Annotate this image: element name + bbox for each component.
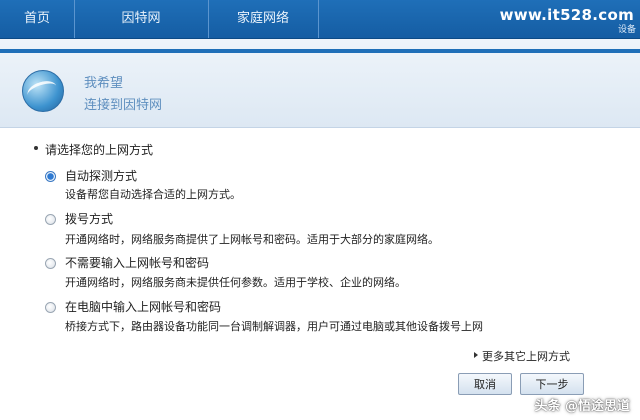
- radio-no-credentials[interactable]: [45, 258, 56, 269]
- triangle-right-icon: [474, 352, 478, 358]
- header-accent-stripe: [0, 49, 640, 53]
- nav-home-tab[interactable]: 首页: [0, 0, 75, 38]
- radio-auto-detect[interactable]: [45, 171, 56, 182]
- radio-dialup[interactable]: [45, 214, 56, 225]
- option-desc-dialup: 开通网络时，网络服务商提供了上网帐号和密码。适用于大部分的家庭网络。: [65, 233, 439, 246]
- watermark-top: www.it528.com: [499, 6, 634, 24]
- radio-bridge-mode[interactable]: [45, 302, 56, 313]
- more-connection-types-link[interactable]: 更多其它上网方式: [482, 348, 570, 364]
- option-desc-bridge-mode: 桥接方式下，路由器设备功能同一台调制解调器，用户可通过电脑或其他设备拨号上网: [65, 320, 483, 333]
- nav-internet-tab[interactable]: 因特网: [74, 0, 209, 38]
- next-button[interactable]: 下一步: [520, 373, 584, 395]
- bullet-icon: [34, 146, 38, 150]
- nav-home-network-tab[interactable]: 家庭网络: [208, 0, 319, 38]
- section-title: 请选择您的上网方式: [45, 143, 154, 157]
- option-desc-auto-detect: 设备帮您自动选择合适的上网方式。: [65, 188, 241, 201]
- watermark-top-sub: 设备: [617, 25, 636, 35]
- top-nav-bar: 首页 因特网 家庭网络 www.it528.com 设备: [0, 0, 640, 39]
- option-label-no-credentials[interactable]: 不需要输入上网帐号和密码: [65, 254, 209, 271]
- header-subtitle: 连接到因特网: [84, 98, 163, 113]
- option-label-auto-detect[interactable]: 自动探测方式: [65, 167, 137, 184]
- header-title: 我希望: [84, 76, 124, 91]
- option-desc-no-credentials: 开通网络时，网络服务商未提供任何参数。适用于学校、企业的网络。: [65, 276, 406, 289]
- watermark-bottom: 头条 @悟途思道: [534, 399, 630, 414]
- cancel-button[interactable]: 取消: [458, 373, 512, 395]
- option-label-bridge-mode[interactable]: 在电脑中输入上网帐号和密码: [65, 298, 221, 315]
- option-label-dialup[interactable]: 拨号方式: [65, 210, 113, 227]
